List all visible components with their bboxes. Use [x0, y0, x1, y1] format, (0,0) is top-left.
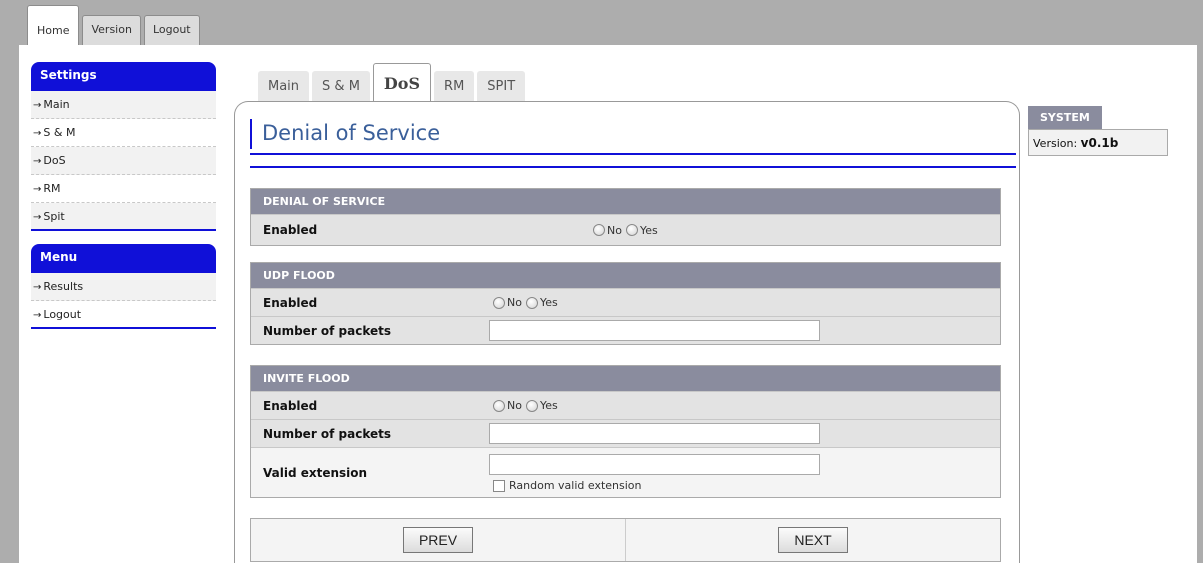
sidebar-item-main[interactable]: → Main	[31, 91, 216, 119]
sidebar-item-spit[interactable]: → Spit	[31, 203, 216, 231]
sidebar-item-label: S & M	[43, 126, 76, 139]
field-label: Enabled	[263, 295, 318, 310]
extension-controls: Random valid extension	[489, 453, 820, 492]
settings-block: Settings → Main → S & M → DoS → RM → Spit	[31, 62, 216, 231]
valid-extension-input[interactable]	[489, 453, 820, 475]
tab-spit[interactable]: SPIT	[477, 71, 526, 102]
navigation-bar: PREV NEXT	[250, 518, 1001, 562]
title-divider	[250, 153, 1016, 155]
invite-extension-row: Valid extension Random valid extension	[251, 447, 1000, 497]
dos-enabled-no-radio[interactable]	[593, 224, 605, 236]
settings-heading: Settings	[31, 62, 216, 91]
sidebar-item-label: RM	[43, 182, 61, 195]
udp-enabled-radio-group: No Yes	[489, 296, 558, 309]
arrow-right-icon: →	[33, 282, 42, 293]
next-button[interactable]: NEXT	[778, 527, 848, 553]
udp-enabled-row: Enabled No Yes	[251, 288, 1000, 316]
tab-home[interactable]: Home	[27, 5, 80, 45]
random-extension-checkbox[interactable]	[493, 479, 505, 492]
section-heading: INVITE FLOOD	[251, 366, 1000, 391]
prev-button[interactable]: PREV	[403, 527, 473, 553]
next-cell: NEXT	[625, 519, 1000, 561]
tab-s-and-m[interactable]: S & M	[312, 71, 370, 102]
sidebar: Settings → Main → S & M → DoS → RM → Spit Men…	[31, 62, 216, 342]
radio-label: Yes	[539, 296, 558, 309]
field-label: Valid extension	[263, 465, 368, 480]
invite-packets-input[interactable]	[489, 423, 820, 444]
random-extension-option: Random valid extension	[489, 479, 820, 492]
invite-packets-row: Number of packets	[251, 419, 1000, 447]
dos-enabled-row: Enabled No Yes	[251, 214, 1000, 245]
field-label: Number of packets	[263, 426, 392, 441]
field-label: Enabled	[263, 223, 318, 237]
menu-block: Menu → Results → Logout	[31, 244, 216, 329]
sidebar-item-results[interactable]: → Results	[31, 273, 216, 301]
tab-rm[interactable]: RM	[434, 71, 475, 102]
arrow-right-icon: →	[33, 156, 42, 167]
arrow-right-icon: →	[33, 100, 42, 111]
version-label: Version:	[1033, 137, 1078, 150]
dos-enabled-yes-radio[interactable]	[625, 224, 638, 236]
sidebar-item-label: Spit	[43, 210, 65, 223]
sidebar-item-dos[interactable]: → DoS	[31, 147, 216, 175]
checkbox-label: Random valid extension	[509, 478, 642, 492]
tab-version[interactable]: Version	[82, 15, 141, 45]
page-title: Denial of Service	[250, 119, 440, 149]
field-label: Enabled	[263, 398, 318, 413]
arrow-right-icon: →	[33, 128, 42, 139]
main-panel: Denial of Service DENIAL OF SERVICE Enab…	[234, 101, 1020, 563]
sidebar-item-label: Logout	[43, 308, 82, 321]
radio-label: No	[507, 296, 522, 309]
title-divider	[250, 166, 1016, 168]
sidebar-item-logout[interactable]: → Logout	[31, 301, 216, 329]
invite-enabled-row: Enabled No Yes	[251, 391, 1000, 419]
system-version: Version: v0.1b	[1028, 129, 1168, 156]
menu-heading: Menu	[31, 244, 216, 273]
section-heading: DENIAL OF SERVICE	[251, 189, 1000, 214]
dos-section: DENIAL OF SERVICE Enabled No Yes	[250, 188, 1001, 246]
prev-cell: PREV	[251, 519, 625, 561]
radio-label: No	[607, 223, 622, 237]
radio-label: No	[507, 399, 522, 412]
tab-logout[interactable]: Logout	[143, 15, 200, 45]
arrow-right-icon: →	[33, 310, 42, 321]
udp-flood-section: UDP FLOOD Enabled No Yes Number of packe…	[250, 262, 1001, 345]
field-label: Number of packets	[263, 323, 392, 338]
radio-label: Yes	[639, 223, 658, 237]
invite-flood-section: INVITE FLOOD Enabled No Yes Number of pa…	[250, 365, 1001, 498]
sidebar-item-label: Main	[43, 98, 70, 111]
udp-enabled-yes-radio[interactable]	[525, 296, 538, 309]
system-heading: SYSTEM	[1028, 106, 1102, 129]
invite-enabled-radio-group: No Yes	[489, 399, 558, 412]
sidebar-item-label: DoS	[43, 154, 66, 167]
arrow-right-icon: →	[33, 212, 42, 223]
top-navigation: Home Version Logout	[27, 5, 200, 45]
right-frame	[1197, 45, 1203, 563]
system-box: SYSTEM Version: v0.1b	[1028, 106, 1168, 156]
radio-label: Yes	[539, 399, 558, 412]
udp-enabled-no-radio[interactable]	[493, 296, 505, 309]
sidebar-item-label: Results	[43, 280, 84, 293]
content-tabs: Main S & M DoS RM SPIT	[258, 62, 526, 102]
arrow-right-icon: →	[33, 184, 42, 195]
section-heading: UDP FLOOD	[251, 263, 1000, 288]
invite-enabled-no-radio[interactable]	[493, 399, 505, 412]
sidebar-item-rm[interactable]: → RM	[31, 175, 216, 203]
tab-main[interactable]: Main	[258, 71, 310, 102]
sidebar-item-s-and-m[interactable]: → S & M	[31, 119, 216, 147]
version-value: v0.1b	[1080, 136, 1119, 150]
left-frame	[0, 45, 19, 563]
udp-packets-row: Number of packets	[251, 316, 1000, 344]
invite-enabled-yes-radio[interactable]	[525, 399, 538, 412]
udp-packets-input[interactable]	[489, 320, 820, 341]
tab-dos[interactable]: DoS	[372, 63, 432, 102]
dos-enabled-radio-group: No Yes	[589, 224, 658, 237]
